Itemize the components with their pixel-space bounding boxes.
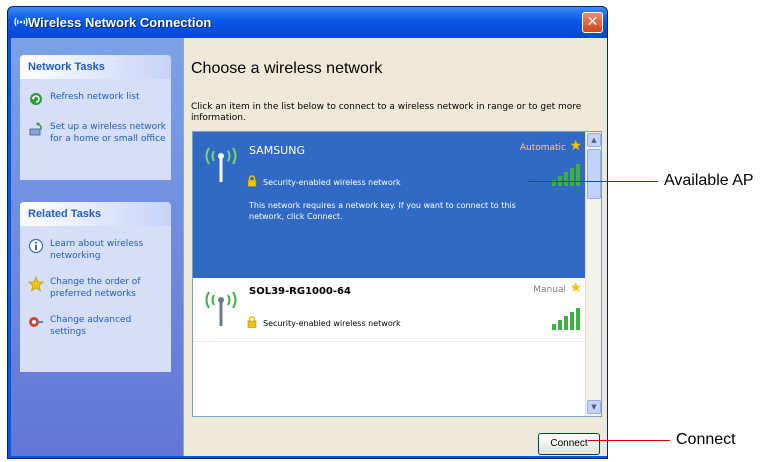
network-description: This network requires a network key. If … (249, 201, 516, 221)
change-advanced-settings-link[interactable]: Change advanced settings (20, 314, 171, 338)
lock-icon (247, 175, 257, 187)
available-ap-callout: Available AP (664, 172, 754, 189)
network-name: SOL39-RG1000-64 (249, 286, 351, 297)
setup-wireless-network-link[interactable]: Set up a wireless network for a home or … (20, 121, 171, 145)
network-item-sol39[interactable]: SOL39-RG1000-64 Manual ★ Security-enable… (193, 278, 586, 342)
connect-button[interactable]: Connect (538, 433, 600, 455)
available-ap-callout-line (528, 181, 658, 182)
scroll-down-button[interactable]: ▼ (587, 400, 601, 414)
refresh-network-list-link[interactable]: Refresh network list (20, 91, 171, 105)
wireless-setup-icon (29, 122, 42, 136)
network-item-samsung[interactable]: SAMSUNG Automatic ★ Security-enabled wir… (193, 132, 586, 278)
connection-mode: Automatic (519, 143, 566, 153)
related-tasks-panel: Related Tasks Learn about wireless netwo… (20, 202, 171, 372)
learn-about-wireless-link[interactable]: Learn about wireless networking (20, 238, 171, 262)
security-status: Security-enabled wireless network (263, 178, 401, 187)
window-title: Wireless Network Connection (28, 15, 212, 30)
wireless-antenna-icon (205, 147, 237, 182)
network-tasks-header[interactable]: Network Tasks (20, 55, 171, 79)
scroll-up-button[interactable]: ▲ (587, 133, 601, 147)
network-list-scrollbar[interactable]: ▲ ▼ (585, 132, 601, 416)
main-content: Choose a wireless network Click an item … (183, 38, 607, 456)
task-pane: Network Tasks Refresh network list Set u… (11, 38, 183, 456)
network-list: SAMSUNG Automatic ★ Security-enabled wir… (192, 131, 602, 417)
settings-icon (29, 317, 43, 327)
preferred-star-icon: ★ (569, 280, 582, 296)
title-bar[interactable]: Wireless Network Connection ✕ (8, 7, 607, 38)
network-tasks-panel: Network Tasks Refresh network list Set u… (20, 55, 171, 180)
connect-callout: Connect (676, 431, 736, 448)
setup-wireless-network-label: Set up a wireless network for a home or … (50, 122, 167, 144)
wireless-network-connection-window: Wireless Network Connection ✕ Network Ta… (7, 6, 608, 459)
info-icon (28, 238, 44, 254)
scroll-thumb[interactable] (587, 149, 601, 199)
close-button[interactable]: ✕ (582, 12, 603, 33)
refresh-network-list-label: Refresh network list (50, 92, 140, 102)
star-icon (28, 276, 44, 292)
signal-strength-icon (552, 308, 580, 330)
lock-icon (247, 316, 257, 328)
change-advanced-settings-label: Change advanced settings (50, 315, 132, 337)
page-title: Choose a wireless network (191, 60, 383, 77)
change-network-order-link[interactable]: Change the order of preferred networks (20, 276, 171, 300)
refresh-icon (30, 93, 42, 105)
close-icon: ✕ (586, 14, 599, 30)
learn-about-wireless-label: Learn about wireless networking (50, 239, 144, 261)
security-status: Security-enabled wireless network (263, 319, 401, 328)
network-name: SAMSUNG (249, 144, 305, 157)
connect-callout-line (588, 440, 670, 441)
wireless-network-icon (14, 17, 28, 27)
wireless-antenna-icon (205, 291, 237, 326)
page: Wireless Network Connection ✕ Network Ta… (0, 0, 784, 462)
instruction-text: Click an item in the list below to conne… (191, 102, 582, 123)
connection-mode: Manual (533, 285, 566, 295)
related-tasks-header[interactable]: Related Tasks (20, 202, 171, 226)
preferred-star-icon: ★ (569, 138, 582, 154)
change-network-order-label: Change the order of preferred networks (50, 277, 141, 299)
signal-strength-icon (552, 164, 580, 186)
